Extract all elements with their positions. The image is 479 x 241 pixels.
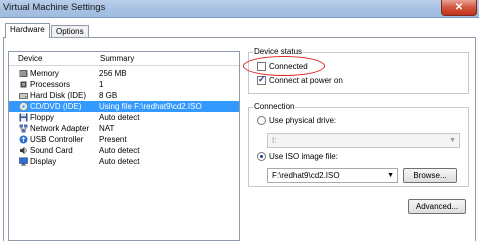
cd-dvd-icon — [19, 102, 28, 111]
processor-icon — [20, 81, 27, 88]
device-summary: Auto detect — [99, 113, 140, 122]
physical-drive-value: I: — [272, 136, 277, 145]
chevron-down-icon: ▼ — [449, 137, 456, 144]
device-name: Hard Disk (IDE) — [30, 91, 87, 100]
column-header-device[interactable]: Device — [18, 54, 42, 63]
sound-card-icon — [20, 146, 27, 155]
device-summary: Present — [99, 135, 127, 144]
device-name: Sound Card — [30, 146, 73, 155]
device-row-usb-controller[interactable]: USB Controller Present — [9, 134, 239, 145]
device-name: Memory — [30, 69, 59, 78]
close-button[interactable]: ✕ — [441, 0, 477, 16]
memory-icon — [19, 70, 28, 77]
device-row-sound-card[interactable]: Sound Card Auto detect — [9, 145, 239, 156]
floppy-icon — [19, 113, 28, 122]
device-summary: Auto detect — [99, 157, 140, 166]
device-row-cd-dvd[interactable]: CD/DVD (IDE) Using file F:\redhat9\cd2.I… — [9, 101, 239, 112]
use-physical-drive-radio[interactable] — [257, 116, 266, 125]
use-iso-image-radio[interactable] — [257, 152, 266, 161]
connect-at-power-on-label[interactable]: Connect at power on — [269, 76, 343, 86]
iso-image-file-input[interactable]: F:\redhat9\cd2.ISO ▼ — [267, 168, 398, 183]
physical-drive-select[interactable]: I: ▼ — [267, 133, 460, 148]
device-summary: 1 — [99, 80, 104, 89]
network-adapter-icon — [19, 124, 28, 133]
device-name: Network Adapter — [30, 124, 90, 133]
device-summary: 256 MB — [99, 69, 127, 78]
device-name: CD/DVD (IDE) — [30, 102, 82, 111]
device-name: Display — [30, 157, 57, 166]
usb-icon — [19, 135, 28, 144]
device-summary: 8 GB — [99, 91, 118, 100]
highlight-circle — [243, 56, 325, 76]
device-summary: Using file F:\redhat9\cd2.ISO — [99, 102, 202, 111]
device-row-hard-disk[interactable]: Hard Disk (IDE) 8 GB — [9, 90, 239, 101]
connect-at-power-on-checkbox[interactable] — [257, 74, 266, 85]
device-row-floppy[interactable]: Floppy Auto detect — [9, 112, 239, 123]
device-name: Processors — [30, 80, 71, 89]
device-summary: NAT — [99, 124, 115, 133]
device-name: USB Controller — [30, 135, 84, 144]
title-bar: Virtual Machine Settings ✕ — [0, 0, 479, 18]
header-divider — [9, 65, 239, 66]
device-row-memory[interactable]: Memory 256 MB — [9, 68, 239, 79]
use-iso-image-label[interactable]: Use ISO image file: — [269, 152, 338, 162]
chevron-down-icon: ▼ — [387, 172, 394, 179]
browse-button[interactable]: Browse... — [403, 168, 457, 183]
connection-label: Connection — [253, 102, 296, 112]
device-name: Floppy — [30, 113, 55, 122]
hard-disk-icon — [19, 93, 28, 99]
column-header-summary[interactable]: Summary — [100, 54, 134, 63]
display-icon — [19, 157, 28, 166]
close-icon: ✕ — [454, 2, 464, 13]
device-summary: Auto detect — [99, 146, 140, 155]
device-row-display[interactable]: Display Auto detect — [9, 156, 239, 167]
device-row-network-adapter[interactable]: Network Adapter NAT — [9, 123, 239, 134]
device-row-processors[interactable]: Processors 1 — [9, 79, 239, 90]
tab-hardware[interactable]: Hardware — [5, 23, 50, 38]
iso-image-file-value: F:\redhat9\cd2.ISO — [272, 171, 340, 180]
tab-options[interactable]: Options — [51, 25, 89, 37]
use-physical-drive-label[interactable]: Use physical drive: — [269, 116, 336, 126]
advanced-button[interactable]: Advanced... — [408, 199, 466, 214]
window-title: Virtual Machine Settings — [3, 2, 106, 13]
